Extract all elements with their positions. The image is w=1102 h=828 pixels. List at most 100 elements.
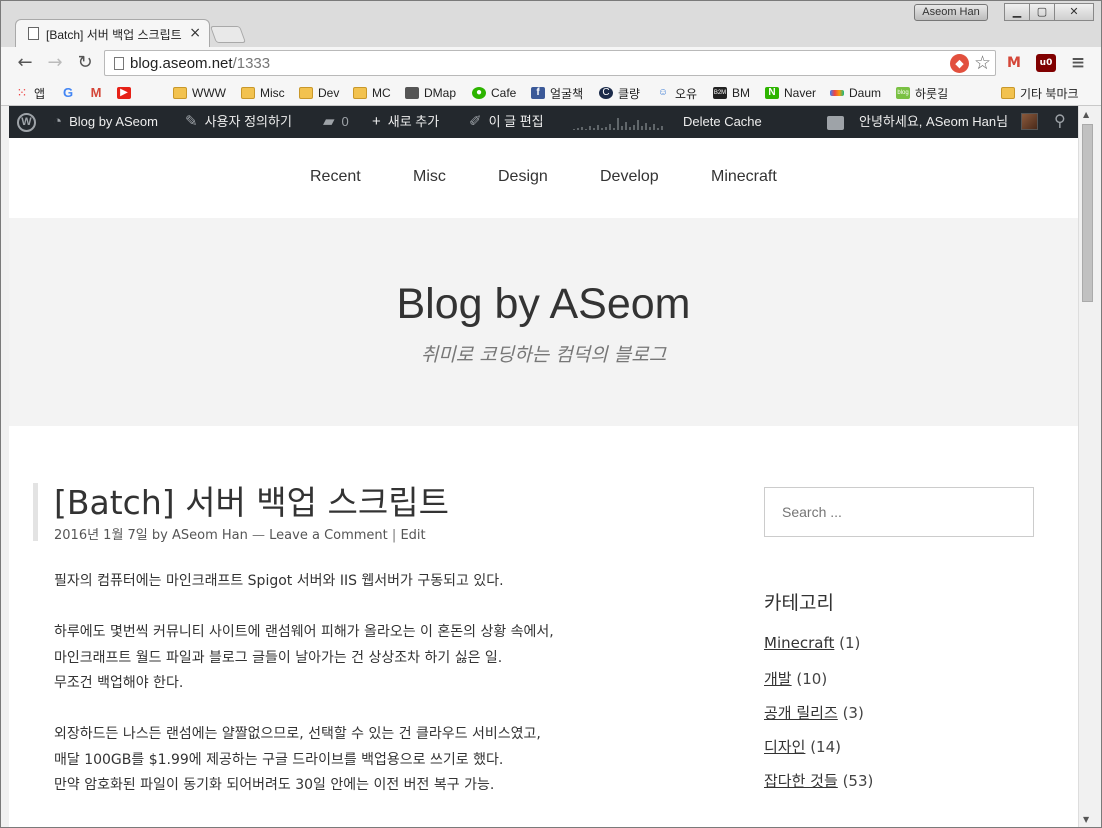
bookmark-youtube[interactable]: ▶ xyxy=(117,83,136,103)
minimize-button[interactable]: ▁ xyxy=(1004,3,1030,21)
post-date[interactable]: 2016년 1월 7일 xyxy=(54,528,148,543)
facebook-icon: f xyxy=(531,87,545,99)
bookmark-apps[interactable]: ⁙ 앱 xyxy=(15,83,46,103)
scroll-down-icon[interactable]: ▼ xyxy=(1083,815,1089,824)
wordpress-logo-icon[interactable]: W xyxy=(17,106,36,138)
bookmark-star-icon[interactable]: ☆ xyxy=(974,52,991,74)
browser-window: [Batch] 서버 백업 스크립트 × Aseom Han ▁ ▢ ✕ ← →… xyxy=(0,0,1102,828)
bookmark-clien[interactable]: C 클량 xyxy=(599,83,640,103)
brush-icon: ✎ xyxy=(185,113,198,130)
tab-title: [Batch] 서버 백업 스크립트 xyxy=(46,28,182,42)
plus-icon: + xyxy=(372,113,381,130)
category-link[interactable]: 개발 xyxy=(764,670,792,688)
list-item: 디자인 (14) xyxy=(764,738,841,756)
nav-design[interactable]: Design xyxy=(498,168,548,186)
window-controls: ▁ ▢ ✕ xyxy=(996,3,1096,21)
browser-toolbar: ← → ↻ blog.aseom.net/1333 ◆ ☆ M u0 ≡ xyxy=(1,47,1101,79)
page-scrollbar[interactable]: ▲ ▼ xyxy=(1078,106,1095,827)
admin-greeting[interactable]: 안녕하세요, ASeom Han님 xyxy=(859,106,1008,138)
bookmark-blog[interactable]: blog 하룻길 xyxy=(896,83,948,103)
search-icon[interactable]: ⚲ xyxy=(1054,106,1066,138)
avatar[interactable] xyxy=(1021,113,1038,130)
close-window-button[interactable]: ✕ xyxy=(1054,3,1094,21)
reload-button[interactable]: ↻ xyxy=(73,52,97,74)
nav-minecraft[interactable]: Minecraft xyxy=(711,168,777,186)
category-link[interactable]: 디자인 xyxy=(764,738,805,756)
admin-stats-sparkline[interactable] xyxy=(572,106,667,138)
ublock-icon[interactable]: u0 xyxy=(1036,54,1056,72)
nav-develop[interactable]: Develop xyxy=(600,168,659,186)
maximize-button[interactable]: ▢ xyxy=(1029,3,1055,21)
bookmark-bm[interactable]: B2M BM xyxy=(713,83,750,103)
meta-dash: — xyxy=(252,528,266,543)
page-icon xyxy=(28,27,39,40)
address-bar[interactable]: blog.aseom.net/1333 ◆ ☆ xyxy=(104,50,996,76)
search-input[interactable] xyxy=(765,488,1033,536)
admin-site-name[interactable]: ◔ Blog by ASeom xyxy=(53,106,158,138)
url-text: blog.aseom.net/1333 xyxy=(130,55,271,72)
bookmarks-bar: ⁙ 앱 G M ▶ WWW Misc Dev MC DMap ● Cafe f 얼굴책… xyxy=(1,79,1101,106)
site-title[interactable]: Blog by ASeom xyxy=(9,280,1078,329)
scrollbar-thumb[interactable] xyxy=(1082,124,1093,302)
edit-post-link[interactable]: Edit xyxy=(400,528,425,543)
new-tab-button[interactable] xyxy=(209,26,247,43)
admin-comments[interactable]: ▰ 0 xyxy=(323,106,349,138)
clien-icon: C xyxy=(599,87,613,99)
folder-icon xyxy=(241,87,255,99)
leave-comment-link[interactable]: Leave a Comment xyxy=(269,528,388,543)
nav-misc[interactable]: Misc xyxy=(413,168,446,186)
post-author[interactable]: ASeom Han xyxy=(172,528,248,543)
post-title[interactable]: [Batch] 서버 백업 스크립트 xyxy=(54,476,449,524)
post-body: 필자의 컴퓨터에는 마인크래프트 Spigot 서버와 IIS 웹서버가 구동되… xyxy=(54,569,694,824)
bookmark-google[interactable]: G xyxy=(61,83,80,103)
back-button[interactable]: ← xyxy=(13,52,37,74)
meta-separator: | xyxy=(391,528,397,543)
bookmark-daum[interactable]: Daum xyxy=(830,83,881,103)
pencil-icon: ✐ xyxy=(469,113,482,130)
page-info-icon[interactable] xyxy=(114,57,124,70)
paragraph: 필자의 컴퓨터에는 마인크래프트 Spigot 서버와 IIS 웹서버가 구동되… xyxy=(54,573,504,589)
category-link[interactable]: Minecraft xyxy=(764,634,834,652)
daum-icon xyxy=(830,90,844,96)
forward-button[interactable]: → xyxy=(43,52,67,74)
category-link[interactable]: 공개 릴리즈 xyxy=(764,704,838,722)
bookmark-other[interactable]: 기타 북마크 xyxy=(1001,83,1079,103)
close-tab-icon[interactable]: × xyxy=(189,25,201,41)
profile-button[interactable]: Aseom Han xyxy=(914,4,988,21)
admin-new[interactable]: + 새로 추가 xyxy=(372,106,439,138)
bookmark-folder-www[interactable]: WWW xyxy=(173,83,226,103)
admin-delete-cache[interactable]: Delete Cache xyxy=(683,106,762,138)
bookmark-todayhumor[interactable]: ☺ 오유 xyxy=(656,83,697,103)
folder-icon xyxy=(353,87,367,99)
bookmark-folder-mc[interactable]: MC xyxy=(353,83,391,103)
bookmark-dmap[interactable]: DMap xyxy=(405,83,456,103)
categories-title: 카테고리 xyxy=(764,592,834,614)
bm-icon: B2M xyxy=(713,87,727,99)
google-icon: G xyxy=(62,85,74,100)
extension-shield-icon[interactable]: ◆ xyxy=(950,54,969,73)
scroll-up-icon[interactable]: ▲ xyxy=(1083,110,1089,119)
bookmark-gmail[interactable]: M xyxy=(89,83,108,103)
post-title-accent xyxy=(33,483,38,541)
bookmark-facebook[interactable]: f 얼굴책 xyxy=(531,83,583,103)
browser-tab[interactable]: [Batch] 서버 백업 스크립트 × xyxy=(15,19,210,47)
category-list: Minecraft (1) 개발 (10) 공개 릴리즈 (3) 디자인 (14… xyxy=(764,634,873,804)
notification-icon[interactable] xyxy=(827,106,844,138)
blog-icon: blog xyxy=(896,87,910,99)
admin-customize[interactable]: ✎ 사용자 정의하기 xyxy=(185,106,292,138)
wp-admin-bar: W ◔ Blog by ASeom ✎ 사용자 정의하기 ▰ 0 + 새로 추가 ✐ 이 … xyxy=(9,106,1078,138)
page-content: Recent Misc Design Develop Minecraft Blo… xyxy=(9,138,1078,827)
bookmark-cafe[interactable]: ● Cafe xyxy=(472,83,516,103)
bookmark-folder-misc[interactable]: Misc xyxy=(241,83,285,103)
bookmark-folder-dev[interactable]: Dev xyxy=(299,83,339,103)
todayhumor-icon: ☺ xyxy=(657,87,669,98)
paragraph: 하루에도 몇번씩 커뮤니티 사이트에 랜섬웨어 피해가 올라오는 이 혼돈의 상… xyxy=(54,624,554,691)
admin-edit-post[interactable]: ✐ 이 글 편집 xyxy=(469,106,544,138)
bookmark-naver[interactable]: N Naver xyxy=(765,83,816,103)
main-navigation: Recent Misc Design Develop Minecraft xyxy=(9,138,1078,218)
gmail-extension-icon[interactable]: M xyxy=(1004,54,1024,72)
paragraph: 외장하드든 나스든 랜섬에는 얄짤없으므로, 선택할 수 있는 건 클라우드 서… xyxy=(54,726,541,793)
category-link[interactable]: 잡다한 것들 xyxy=(764,772,838,790)
menu-icon[interactable]: ≡ xyxy=(1068,54,1088,72)
nav-recent[interactable]: Recent xyxy=(310,168,361,186)
